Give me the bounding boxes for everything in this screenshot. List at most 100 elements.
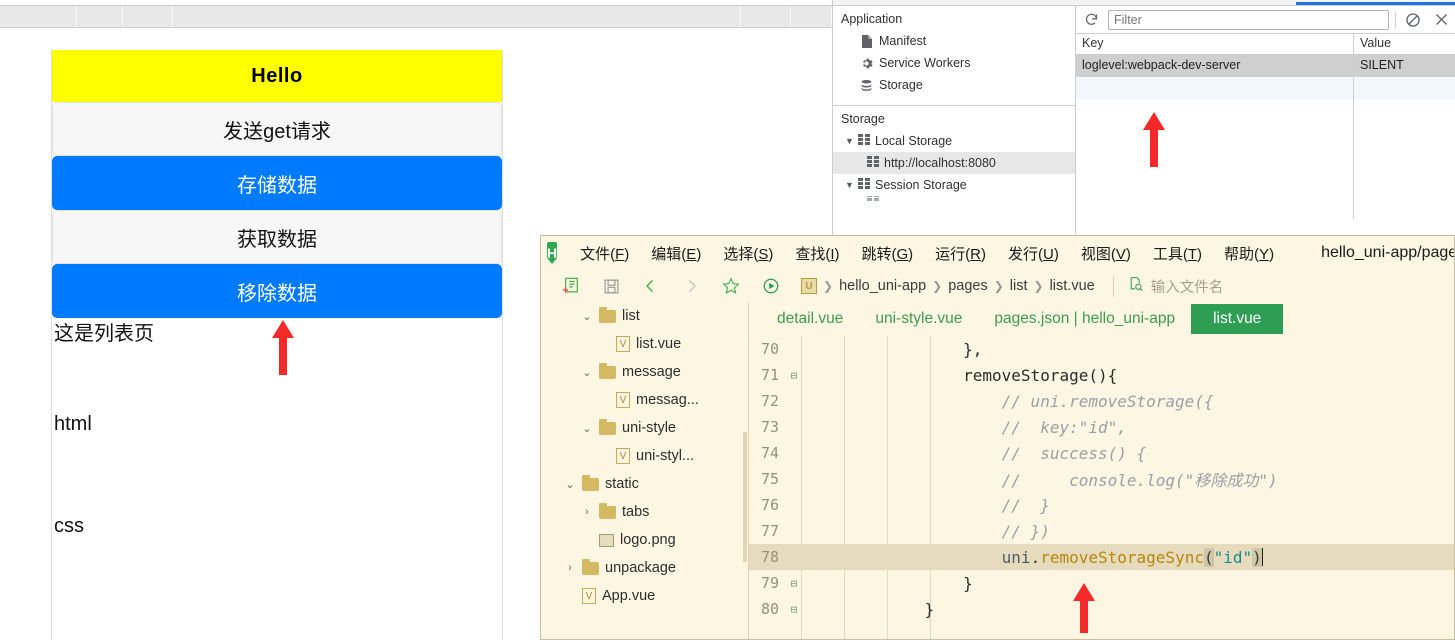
code-line[interactable]: 74 // success() { <box>749 440 1454 466</box>
active-tab-underline <box>1296 2 1455 5</box>
devtools-filter-toolbar <box>1076 6 1455 34</box>
menu-goto[interactable]: 跳转(G) <box>851 241 925 266</box>
code-text: // uni.removeStorage({ <box>809 391 1214 411</box>
tab-uni-style-vue[interactable]: uni-style.vue <box>859 305 978 333</box>
refresh-icon[interactable] <box>1080 9 1102 31</box>
tree-item[interactable]: ⌄ list <box>541 302 748 330</box>
code-line[interactable]: 79 ⊟ } <box>749 570 1454 596</box>
sidebar-item-manifest[interactable]: Manifest <box>833 30 1075 52</box>
folder-icon <box>599 306 616 323</box>
search-input[interactable] <box>1108 9 1389 30</box>
sidebar-item-storage[interactable]: Storage <box>833 74 1075 96</box>
chevron-down-icon[interactable]: ⌄ <box>564 478 576 491</box>
menu-help[interactable]: 帮助(Y) <box>1213 241 1285 266</box>
toolbar-separator <box>1395 11 1396 28</box>
cell-key: loglevel:webpack-dev-server <box>1076 55 1354 77</box>
menu-accesskey: Y <box>1259 245 1270 263</box>
code-area[interactable]: 70 }, 71 ⊟ removeStorage(){72 // uni.remov… <box>749 336 1454 639</box>
code-line[interactable]: 76 // } <box>749 492 1454 518</box>
tree-item[interactable]: › unpackage <box>541 554 748 582</box>
chevron-down-icon[interactable]: ⌄ <box>581 310 593 323</box>
folder-icon <box>599 418 616 435</box>
get-data-button[interactable]: 获取数据 <box>52 210 502 264</box>
breadcrumb-item-file[interactable]: list.vue <box>1050 278 1095 294</box>
code-line[interactable]: 71 ⊟ removeStorage(){ <box>749 362 1454 388</box>
fold-toggle-icon[interactable]: ⊟ <box>787 603 801 616</box>
code-line[interactable]: 77 // }) <box>749 518 1454 544</box>
tree-item[interactable]: ⌄ uni-style <box>541 414 748 442</box>
run-icon[interactable] <box>751 273 791 299</box>
code-line[interactable]: 70 }, <box>749 336 1454 362</box>
menu-file[interactable]: 文件(F) <box>569 241 640 266</box>
send-get-request-button[interactable]: 发送get请求 <box>52 102 502 156</box>
code-dot: . <box>1030 547 1041 567</box>
breadcrumb-item-project[interactable]: hello_uni-app <box>839 278 926 294</box>
save-icon[interactable] <box>591 273 631 299</box>
menu-label: 查找( <box>795 245 831 263</box>
menu-edit[interactable]: 编辑(E) <box>640 241 712 266</box>
chevron-right-icon[interactable]: › <box>581 506 593 518</box>
column-header-key[interactable]: Key <box>1076 34 1354 54</box>
cell-key-empty <box>1076 77 1354 99</box>
devtools-tabstrip[interactable] <box>0 6 832 28</box>
tree-item-localhost-origin[interactable]: http://localhost:8080 <box>833 152 1075 174</box>
sidebar-item-service-workers[interactable]: Service Workers <box>833 52 1075 74</box>
tree-item[interactable]: logo.png <box>541 526 748 554</box>
store-data-button[interactable]: 存储数据 <box>52 156 502 210</box>
line-number: 75 <box>760 470 779 488</box>
tree-item[interactable]: Vuni-styl... <box>541 442 748 470</box>
menu-publish[interactable]: 发行(U) <box>997 241 1070 266</box>
tree-item[interactable]: Vmessag... <box>541 386 748 414</box>
file-search-box[interactable]: 输入文件名 <box>1112 275 1223 297</box>
tree-item[interactable]: ⌄ message <box>541 358 748 386</box>
code-rows-container: 70 }, 71 ⊟ removeStorage(){72 // uni.remov… <box>749 336 1454 622</box>
tab-list-vue[interactable]: list.vue <box>1191 304 1284 334</box>
tree-item-session-storage[interactable]: ▼ Session Storage <box>833 174 1075 196</box>
tab-pages-json[interactable]: pages.json | hello_uni-app <box>978 305 1191 333</box>
new-file-icon[interactable] <box>551 273 591 299</box>
column-header-value[interactable]: Value <box>1354 34 1455 54</box>
tab-detail-vue[interactable]: detail.vue <box>761 305 859 333</box>
menu-view[interactable]: 视图(V) <box>1070 241 1142 266</box>
code-line[interactable]: 80 ⊟ } <box>749 596 1454 622</box>
code-argument: "id" <box>1213 547 1253 567</box>
fold-toggle-icon[interactable]: ⊟ <box>787 577 801 590</box>
code-line[interactable]: 75 // console.log("移除成功") <box>749 466 1454 492</box>
code-line[interactable]: 72 // uni.removeStorage({ <box>749 388 1454 414</box>
tree-item-session-origin-clipped[interactable] <box>833 196 1075 206</box>
back-icon[interactable] <box>631 273 671 299</box>
menu-accesskey: R <box>970 245 982 263</box>
code-line[interactable]: 78 uni.removeStorageSync("id") <box>749 544 1454 570</box>
forward-icon[interactable] <box>671 273 711 299</box>
tree-item[interactable]: V App.vue <box>541 582 748 610</box>
table-icon <box>867 156 879 170</box>
close-icon[interactable] <box>1430 9 1452 31</box>
tree-item-local-storage[interactable]: ▼ Local Storage <box>833 130 1075 152</box>
menu-accesskey: F <box>615 245 625 263</box>
tree-scrollbar[interactable] <box>743 432 747 562</box>
menu-tools[interactable]: 工具(T) <box>1142 241 1213 266</box>
menu-paren: ) <box>981 245 987 263</box>
tree-item[interactable]: Vlist.vue <box>541 330 748 358</box>
tree-item[interactable]: ⌄ static <box>541 470 748 498</box>
tree-item[interactable]: › tabs <box>541 498 748 526</box>
table-row[interactable]: loglevel:webpack-dev-server SILENT <box>1076 55 1455 77</box>
window-title: hello_uni-app/pages/ <box>1321 244 1455 261</box>
menu-run[interactable]: 运行(R) <box>924 241 997 266</box>
breadcrumb-item-pages[interactable]: pages <box>948 278 988 294</box>
css-text: css <box>54 515 84 537</box>
fold-toggle-icon[interactable]: ⊟ <box>787 369 801 382</box>
code-line[interactable]: 73 // key:"id", <box>749 414 1454 440</box>
menu-select[interactable]: 选择(S) <box>712 241 784 266</box>
chevron-right-icon[interactable]: › <box>564 562 576 574</box>
cell-value-empty <box>1354 77 1455 99</box>
breadcrumb-item-list[interactable]: list <box>1010 278 1028 294</box>
chevron-down-icon[interactable]: ⌄ <box>581 366 593 379</box>
code-open-paren: ( <box>1203 547 1214 567</box>
table-row-empty[interactable] <box>1076 77 1455 99</box>
chevron-down-icon[interactable]: ⌄ <box>581 422 593 435</box>
menu-find[interactable]: 查找(I) <box>784 241 850 266</box>
remove-data-button[interactable]: 移除数据 <box>52 264 502 318</box>
star-icon[interactable] <box>711 273 751 299</box>
no-entry-icon[interactable] <box>1402 9 1424 31</box>
